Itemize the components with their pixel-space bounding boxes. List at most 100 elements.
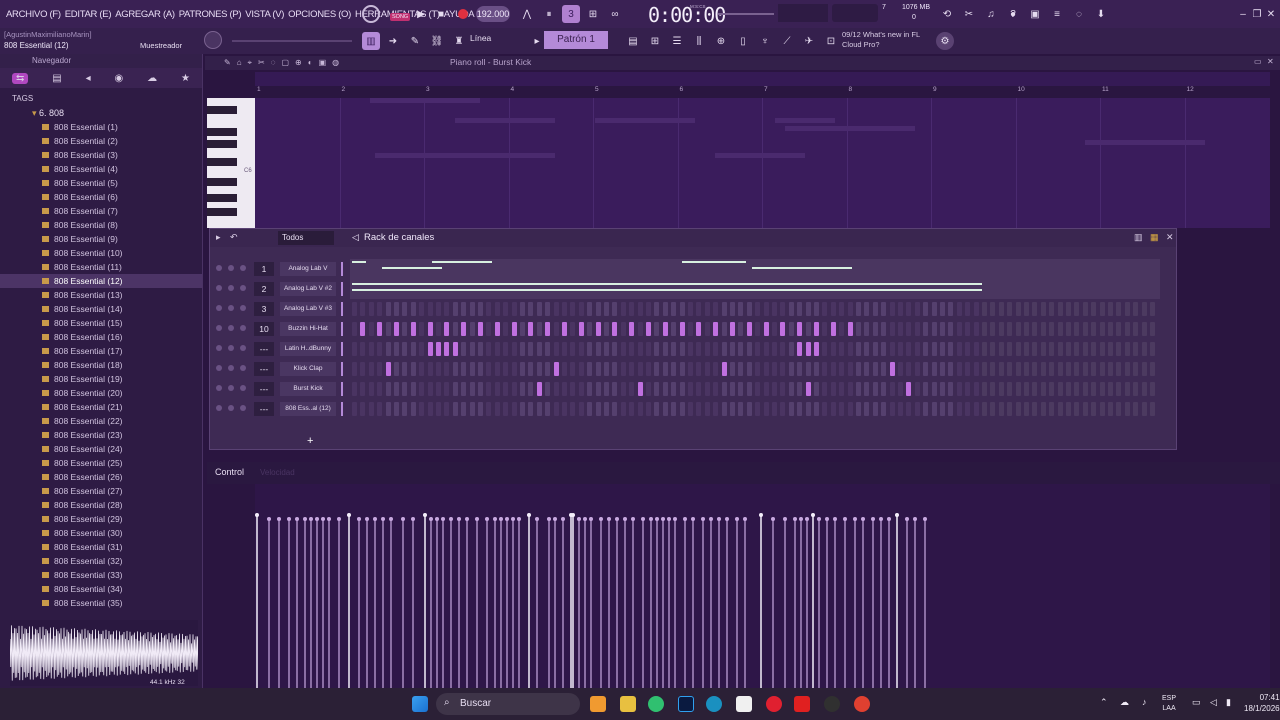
step-button[interactable] bbox=[1024, 342, 1029, 356]
step-button[interactable] bbox=[923, 382, 929, 396]
step-button[interactable] bbox=[814, 362, 819, 376]
step-button[interactable] bbox=[788, 322, 794, 336]
step-button[interactable] bbox=[1141, 402, 1147, 416]
step-button[interactable] bbox=[1091, 322, 1097, 336]
velocity-handle[interactable] bbox=[441, 517, 445, 521]
step-button[interactable] bbox=[679, 302, 685, 316]
step-button[interactable] bbox=[931, 382, 937, 396]
step-button[interactable] bbox=[503, 322, 509, 336]
step-button[interactable] bbox=[360, 402, 366, 416]
step-button[interactable] bbox=[872, 322, 878, 336]
wait-input-icon[interactable]: ⏸ bbox=[540, 5, 558, 23]
rack-close-icon[interactable]: ✕ bbox=[1166, 232, 1174, 243]
step-button[interactable] bbox=[427, 382, 433, 396]
step-button[interactable] bbox=[1124, 322, 1130, 336]
step-button[interactable] bbox=[570, 382, 576, 396]
step-button[interactable] bbox=[1099, 302, 1105, 316]
step-button[interactable] bbox=[1091, 402, 1097, 416]
browser-tab-all-icon[interactable]: ⇆ bbox=[11, 72, 29, 84]
step-button[interactable] bbox=[1133, 362, 1139, 376]
step-button[interactable] bbox=[973, 382, 979, 396]
step-button[interactable] bbox=[352, 302, 357, 316]
step-button[interactable] bbox=[452, 402, 458, 416]
step-button[interactable] bbox=[1024, 362, 1029, 376]
step-button[interactable] bbox=[730, 322, 735, 336]
step-button[interactable] bbox=[746, 322, 752, 336]
velocity-handle[interactable] bbox=[485, 517, 489, 521]
file-item[interactable]: 808 Essential (16) bbox=[0, 330, 202, 344]
channel-mute-led[interactable] bbox=[216, 405, 222, 411]
velocity-handle[interactable] bbox=[561, 517, 565, 521]
step-button[interactable] bbox=[948, 322, 954, 336]
step-button[interactable] bbox=[696, 402, 702, 416]
step-button[interactable] bbox=[788, 382, 794, 396]
velocity-handle[interactable] bbox=[309, 517, 313, 521]
step-button[interactable] bbox=[856, 322, 861, 336]
step-button[interactable] bbox=[847, 322, 853, 336]
step-button[interactable] bbox=[595, 362, 601, 376]
step-button[interactable] bbox=[998, 342, 1004, 356]
tempo-tapper-icon[interactable]: ⟋ bbox=[778, 32, 796, 50]
step-button[interactable] bbox=[772, 322, 777, 336]
youtube-icon[interactable] bbox=[794, 696, 810, 712]
step-button[interactable] bbox=[881, 302, 887, 316]
step-button[interactable] bbox=[368, 402, 374, 416]
step-button[interactable] bbox=[772, 362, 777, 376]
battery-icon[interactable]: ▮ bbox=[1226, 697, 1231, 708]
step-button[interactable] bbox=[797, 402, 803, 416]
help-icon[interactable]: ? bbox=[1004, 5, 1022, 23]
add-channel-button[interactable]: + bbox=[307, 435, 313, 447]
step-button[interactable] bbox=[914, 342, 920, 356]
step-button[interactable] bbox=[520, 402, 525, 416]
audio-icon[interactable]: ♫ bbox=[982, 5, 1000, 23]
step-button[interactable] bbox=[679, 402, 685, 416]
step-button[interactable] bbox=[898, 402, 903, 416]
step-button[interactable] bbox=[637, 382, 643, 396]
step-button[interactable] bbox=[721, 342, 727, 356]
step-button[interactable] bbox=[612, 342, 618, 356]
step-button[interactable] bbox=[948, 402, 954, 416]
step-button[interactable] bbox=[805, 362, 811, 376]
download-icon[interactable]: ⬇ bbox=[1092, 5, 1110, 23]
step-button[interactable] bbox=[1124, 402, 1130, 416]
channel-select-indicator[interactable] bbox=[341, 282, 343, 296]
velocity-handle[interactable] bbox=[517, 517, 521, 521]
step-button[interactable] bbox=[906, 342, 912, 356]
step-button[interactable] bbox=[847, 302, 853, 316]
file-explorer-icon[interactable] bbox=[620, 696, 636, 712]
step-button[interactable] bbox=[1049, 302, 1055, 316]
step-button[interactable] bbox=[982, 302, 987, 316]
step-button[interactable] bbox=[914, 402, 920, 416]
velocity-handle[interactable] bbox=[493, 517, 497, 521]
velocity-handle[interactable] bbox=[771, 517, 775, 521]
step-button[interactable] bbox=[478, 302, 483, 316]
step-button[interactable] bbox=[410, 322, 416, 336]
step-button[interactable] bbox=[956, 302, 962, 316]
channel-mute-led[interactable] bbox=[216, 265, 222, 271]
velocity-handle[interactable] bbox=[389, 517, 393, 521]
file-item[interactable]: 808 Essential (23) bbox=[0, 428, 202, 442]
black-key[interactable] bbox=[207, 128, 237, 136]
step-button[interactable] bbox=[688, 362, 693, 376]
step-button[interactable] bbox=[436, 362, 441, 376]
file-item[interactable]: 808 Essential (35) bbox=[0, 596, 202, 610]
step-button[interactable] bbox=[1108, 382, 1113, 396]
update-icon[interactable]: ⚙ bbox=[936, 32, 954, 50]
velocity-handle[interactable] bbox=[511, 517, 515, 521]
loop-record-icon[interactable]: ∞ bbox=[606, 5, 624, 23]
step-button[interactable] bbox=[998, 302, 1004, 316]
step-button[interactable] bbox=[629, 342, 635, 356]
step-button[interactable] bbox=[427, 362, 433, 376]
tools-icon[interactable]: ✂ bbox=[960, 5, 978, 23]
step-button[interactable] bbox=[830, 342, 836, 356]
step-button[interactable] bbox=[973, 302, 979, 316]
channel-mute-led[interactable] bbox=[216, 345, 222, 351]
step-button[interactable] bbox=[410, 342, 416, 356]
step-edit-icon[interactable]: ⊞ bbox=[584, 5, 602, 23]
step-button[interactable] bbox=[1032, 302, 1038, 316]
step-button[interactable] bbox=[578, 342, 584, 356]
velocity-handle[interactable] bbox=[615, 517, 619, 521]
channel-mute-led[interactable] bbox=[228, 385, 234, 391]
step-button[interactable] bbox=[1108, 402, 1113, 416]
step-button[interactable] bbox=[562, 322, 567, 336]
